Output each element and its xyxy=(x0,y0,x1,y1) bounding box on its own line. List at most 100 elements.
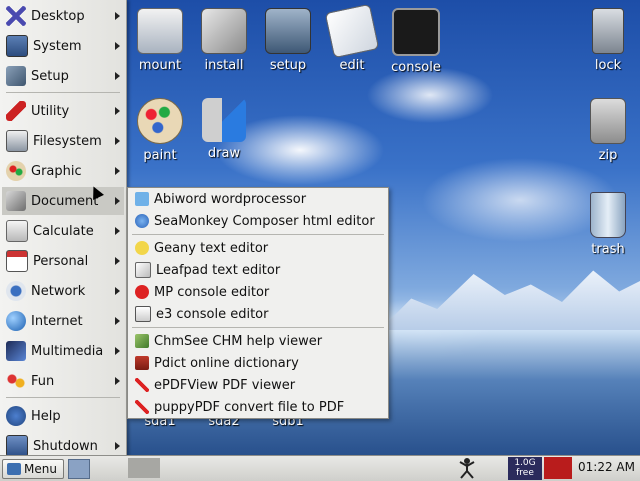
person-figure-icon[interactable] xyxy=(458,457,476,479)
menu-item-label: Shutdown xyxy=(33,438,98,454)
monitor-icon xyxy=(6,35,28,57)
menu-item-label: Filesystem xyxy=(33,133,102,149)
tools-icon xyxy=(265,8,311,54)
puppy-menu-icon xyxy=(7,463,21,475)
usage-bar xyxy=(544,457,572,479)
multimedia-icon xyxy=(6,341,26,361)
paint-desktop-icon[interactable]: paint xyxy=(128,98,192,163)
submenu-item-mp-console-editor[interactable]: MP console editor xyxy=(132,281,384,303)
install-label: install xyxy=(204,58,244,73)
menu-item-filesystem[interactable]: Filesystem xyxy=(2,127,124,155)
free-space-size: 1.0G xyxy=(514,458,536,468)
padlock-icon xyxy=(592,8,624,54)
trash-desktop-icon[interactable]: trash xyxy=(576,192,640,257)
menu-item-label: Help xyxy=(31,408,61,424)
pdf-icon xyxy=(135,378,149,392)
setup-label: setup xyxy=(269,58,307,73)
geany-icon xyxy=(135,241,149,255)
submenu-item-pdict[interactable]: Pdict online dictionary xyxy=(132,352,384,374)
menu-item-personal[interactable]: Personal xyxy=(2,247,124,275)
menu-item-multimedia[interactable]: Multimedia xyxy=(2,337,124,365)
mount-desktop-icon[interactable]: mount xyxy=(128,8,192,73)
seamonkey-icon xyxy=(135,214,149,228)
draw-label: draw xyxy=(207,146,241,161)
submenu-item-label: SeaMonkey Composer html editor xyxy=(154,213,375,229)
utility-knife-icon xyxy=(6,101,26,121)
submenu-item-label: Leafpad text editor xyxy=(156,262,281,278)
menu-item-document[interactable]: Document xyxy=(2,187,124,215)
menu-item-label: System xyxy=(33,38,82,54)
submenu-item-label: Pdict online dictionary xyxy=(154,355,299,371)
abiword-icon xyxy=(135,192,149,206)
submenu-item-puppypdf[interactable]: puppyPDF convert file to PDF xyxy=(132,396,384,418)
submenu-item-chmsee[interactable]: ChmSee CHM help viewer xyxy=(132,330,384,352)
leafpad-icon xyxy=(135,262,151,278)
document-submenu: Abiword wordprocessor SeaMonkey Composer… xyxy=(127,187,389,419)
submenu-item-label: ChmSee CHM help viewer xyxy=(154,333,323,349)
menu-item-network[interactable]: Network xyxy=(2,277,124,305)
calculator-icon xyxy=(6,220,28,242)
submenu-arrow-icon xyxy=(115,442,120,450)
box-icon xyxy=(201,8,247,54)
zip-desktop-icon[interactable]: zip xyxy=(576,98,640,163)
install-desktop-icon[interactable]: install xyxy=(192,8,256,73)
zip-label: zip xyxy=(598,148,618,163)
setup-desktop-icon[interactable]: setup xyxy=(256,8,320,73)
menu-item-setup[interactable]: Setup xyxy=(2,62,124,90)
submenu-arrow-icon xyxy=(115,107,120,115)
edit-desktop-icon[interactable]: edit xyxy=(320,3,384,73)
menu-item-fun[interactable]: Fun xyxy=(2,367,124,395)
calendar-icon xyxy=(6,250,28,272)
menu-item-system[interactable]: System xyxy=(2,32,124,60)
task-button[interactable] xyxy=(128,458,160,478)
document-tools-icon xyxy=(6,191,26,211)
menu-button[interactable]: Menu xyxy=(2,459,64,479)
submenu-item-label: Geany text editor xyxy=(154,240,269,256)
paint-label: paint xyxy=(143,148,177,163)
menu-item-label: Graphic xyxy=(31,163,82,179)
menu-item-label: Setup xyxy=(31,68,69,84)
lock-label: lock xyxy=(594,58,622,73)
menu-item-help[interactable]: Help xyxy=(2,402,124,430)
submenu-arrow-icon xyxy=(115,287,120,295)
archive-icon xyxy=(590,98,626,144)
desktop-x-icon xyxy=(6,6,26,26)
show-desktop-button[interactable] xyxy=(68,459,90,479)
submenu-item-epdfview[interactable]: ePDFView PDF viewer xyxy=(132,374,384,396)
console-desktop-icon[interactable]: console xyxy=(384,8,448,75)
drive-icon xyxy=(137,8,183,54)
menu-item-utility[interactable]: Utility xyxy=(2,97,124,125)
trash-label: trash xyxy=(591,242,625,257)
palette-icon xyxy=(137,98,183,144)
menu-item-calculate[interactable]: Calculate xyxy=(2,217,124,245)
submenu-item-abiword[interactable]: Abiword wordprocessor xyxy=(132,188,384,210)
menu-item-label: Calculate xyxy=(33,223,94,239)
menu-item-graphic[interactable]: Graphic xyxy=(2,157,124,185)
draw-desktop-icon[interactable]: draw xyxy=(192,98,256,161)
menu-item-label: Utility xyxy=(31,103,70,119)
mount-label: mount xyxy=(138,58,182,73)
menu-item-label: Fun xyxy=(31,373,55,389)
submenu-item-leafpad[interactable]: Leafpad text editor xyxy=(132,259,384,281)
submenu-item-label: ePDFView PDF viewer xyxy=(154,377,296,393)
clock[interactable]: 01:22 AM xyxy=(578,460,635,474)
terminal-icon xyxy=(392,8,440,56)
submenu-item-geany[interactable]: Geany text editor xyxy=(132,237,384,259)
menu-button-label: Menu xyxy=(24,462,57,476)
menu-item-internet[interactable]: Internet xyxy=(2,307,124,335)
palette-icon xyxy=(6,161,26,181)
shapes-icon xyxy=(202,98,246,142)
game-pieces-icon xyxy=(6,371,26,391)
menu-item-label: Personal xyxy=(33,253,89,269)
menu-item-label: Network xyxy=(31,283,86,299)
free-space-indicator[interactable]: 1.0G free xyxy=(508,457,542,480)
submenu-arrow-icon xyxy=(115,197,120,205)
submenu-item-e3[interactable]: e3 console editor xyxy=(132,303,384,325)
shutdown-icon xyxy=(6,435,28,457)
submenu-item-seamonkey-composer[interactable]: SeaMonkey Composer html editor xyxy=(132,210,384,232)
pdf-icon xyxy=(135,400,149,414)
lock-desktop-icon[interactable]: lock xyxy=(576,8,640,73)
menu-item-desktop[interactable]: Desktop xyxy=(2,2,124,30)
submenu-arrow-icon xyxy=(115,317,120,325)
main-menu: Desktop System Setup Utility Filesystem … xyxy=(0,0,127,458)
